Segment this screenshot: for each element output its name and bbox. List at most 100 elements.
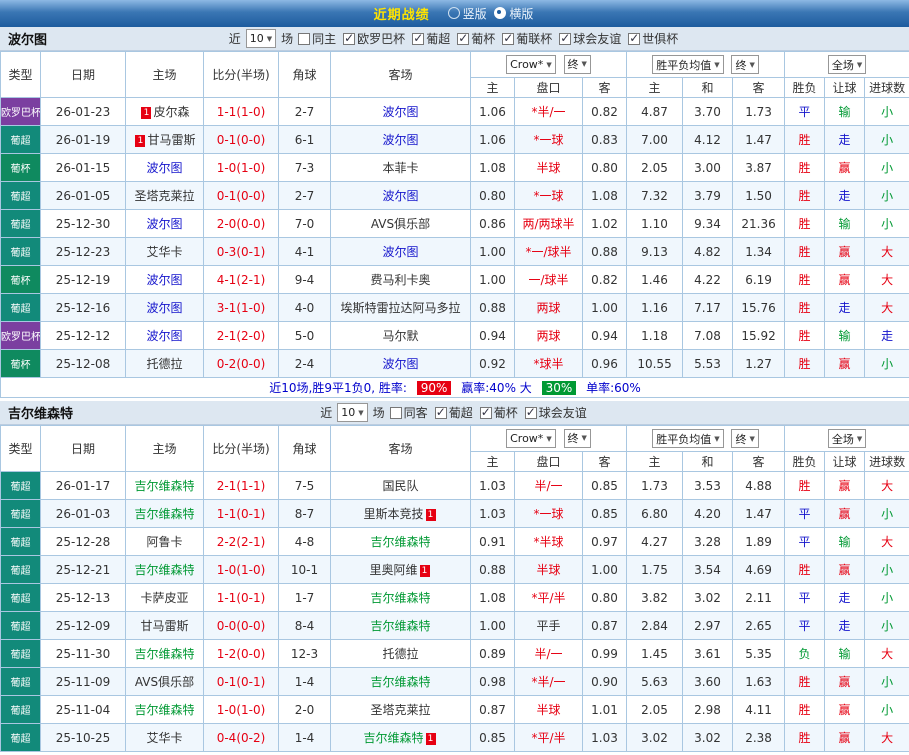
away-team[interactable]: 吉尔维森特 — [330, 583, 471, 612]
ah-home-odds: 0.98 — [470, 667, 515, 696]
league-filter-checkbox[interactable]: 球会友谊 — [559, 30, 621, 47]
home-team[interactable]: 卡萨皮亚 — [125, 583, 204, 612]
venue-filter-checkbox[interactable]: 同主 — [298, 30, 336, 47]
team-name-text: 甘马雷斯 — [140, 619, 189, 633]
result-goals: 小 — [864, 667, 909, 696]
home-team[interactable]: 1 皮尔森 — [125, 97, 204, 126]
wdl-avg-select[interactable]: 胜平负均值 ▼ — [652, 429, 724, 448]
away-team[interactable]: 托德拉 — [330, 639, 471, 668]
away-team[interactable]: 本菲卡 — [330, 153, 471, 182]
home-team[interactable]: 艾华卡 — [125, 723, 204, 752]
ah-away-odds: 0.94 — [581, 321, 628, 350]
score: 0-0(0-0) — [203, 611, 279, 640]
scope-select[interactable]: 全场 ▼ — [827, 55, 867, 74]
league-filter-checkbox[interactable]: 葡联杯 — [502, 30, 552, 47]
away-team[interactable]: 国民队 — [330, 471, 471, 500]
result-goals: 小 — [864, 181, 909, 210]
score: 1-1(0-1) — [203, 499, 279, 528]
result-handicap: 赢 — [824, 499, 866, 528]
scope-select[interactable]: 全场 ▼ — [827, 429, 867, 448]
checkbox-icon — [389, 406, 402, 419]
match-date: 25-11-30 — [40, 639, 126, 668]
league-filter-checkbox[interactable]: 世俱杯 — [628, 30, 678, 47]
competition-type: 葡超 — [0, 527, 41, 556]
away-team[interactable]: 吉尔维森特 — [330, 527, 471, 556]
odds-company-select[interactable]: Crow* ▼ — [506, 429, 556, 449]
home-team[interactable]: 波尔图 — [125, 209, 204, 238]
score: 1-0(1-0) — [203, 153, 279, 182]
home-team[interactable]: 1 甘马雷斯 — [125, 125, 204, 154]
league-filter-checkbox[interactable]: 葡超 — [434, 404, 473, 421]
result-goals: 小 — [864, 209, 909, 238]
team-name-text: 圣塔克莱拉 — [370, 703, 431, 717]
away-team[interactable]: 圣塔克莱拉 — [330, 695, 471, 724]
home-team[interactable]: 波尔图 — [125, 321, 204, 350]
competition-type: 葡超 — [0, 237, 41, 266]
away-team[interactable]: 波尔图 — [330, 237, 471, 266]
avg-home-odds: 5.63 — [626, 667, 684, 696]
league-filter-checkbox[interactable]: 葡超 — [412, 30, 450, 47]
away-team[interactable]: 波尔图 — [330, 349, 471, 378]
match-row: 葡超 26-01-03 吉尔维森特 1-1(0-1) 8-7 里斯本竞技 1 1.03 *一球 0… — [0, 499, 909, 528]
home-team[interactable]: 波尔图 — [125, 153, 204, 182]
home-team[interactable]: 吉尔维森特 — [125, 499, 204, 528]
home-team[interactable]: 波尔图 — [125, 293, 204, 322]
match-count-select[interactable]: 10 ▼ — [245, 29, 277, 48]
odds-company-select[interactable]: Crow* ▼ — [506, 55, 556, 75]
home-team[interactable]: 阿鲁卡 — [125, 527, 204, 556]
away-team[interactable]: 吉尔维森特 — [330, 667, 471, 696]
away-team[interactable]: 里奥阿维 1 — [330, 555, 471, 584]
home-team[interactable]: 吉尔维森特 — [125, 695, 204, 724]
score: 1-1(0-1) — [203, 583, 279, 612]
league-filter-label: 世俱杯 — [642, 32, 679, 46]
league-filter-checkbox[interactable]: 葡杯 — [479, 404, 518, 421]
match-count-select[interactable]: 10 ▼ — [337, 403, 368, 422]
away-team[interactable]: 波尔图 — [330, 97, 471, 126]
away-team[interactable]: 吉尔维森特 1 — [330, 723, 471, 752]
home-team[interactable]: 托德拉 — [125, 349, 204, 378]
away-team[interactable]: 波尔图 — [330, 125, 471, 154]
home-team[interactable]: 波尔图 — [125, 265, 204, 294]
away-team[interactable]: 吉尔维森特 — [330, 611, 471, 640]
wdl-time-select[interactable]: 终 ▼ — [731, 55, 759, 74]
avg-home-odds: 1.45 — [626, 639, 684, 668]
away-team[interactable]: 费马利卡奥 — [330, 265, 471, 294]
avg-home-odds: 2.84 — [626, 611, 684, 640]
venue-filter-checkbox[interactable]: 同客 — [389, 404, 428, 421]
result-goals: 小 — [864, 125, 909, 154]
home-team[interactable]: 吉尔维森特 — [125, 555, 204, 584]
away-team[interactable]: 埃斯特雷拉达阿马多拉 — [330, 293, 471, 322]
home-team[interactable]: AVS俱乐部 — [125, 667, 204, 696]
league-filter-checkbox[interactable]: 欧罗巴杯 — [343, 30, 405, 47]
avg-away-odds: 3.87 — [732, 153, 786, 182]
result-goals: 大 — [864, 639, 909, 668]
league-filter-checkbox[interactable]: 球会友谊 — [524, 404, 587, 421]
home-team[interactable]: 圣塔克莱拉 — [125, 181, 204, 210]
col-header-ah-away: 客 — [581, 77, 628, 98]
win-rate-badge: 90% — [416, 381, 452, 395]
home-team[interactable]: 艾华卡 — [125, 237, 204, 266]
wdl-time-select[interactable]: 终 ▼ — [731, 429, 759, 448]
result-handicap: 赢 — [824, 555, 866, 584]
handicap-time-select[interactable]: 终 ▼ — [563, 428, 591, 448]
avg-home-odds: 4.27 — [626, 527, 684, 556]
result-wdl: 胜 — [784, 555, 826, 584]
avg-away-odds: 1.73 — [732, 97, 786, 126]
home-team[interactable]: 甘马雷斯 — [125, 611, 204, 640]
away-team[interactable]: 里斯本竞技 1 — [330, 499, 471, 528]
league-filter-checkbox[interactable]: 葡杯 — [457, 30, 495, 47]
handicap-group-header: Crow* ▼ 终 ▼ — [469, 51, 628, 78]
avg-away-odds: 4.69 — [732, 555, 786, 584]
team-name-text: 甘马雷斯 — [147, 133, 196, 147]
layout-option-horizontal[interactable]: 横版 — [494, 5, 533, 22]
col-header-avg-away: 客 — [732, 451, 786, 472]
wdl-avg-select[interactable]: 胜平负均值 ▼ — [652, 55, 724, 74]
handicap-time-select[interactable]: 终 ▼ — [563, 54, 591, 74]
away-team[interactable]: 马尔默 — [330, 321, 471, 350]
home-team-section: 波尔图 近 10▼ 场 同主 欧罗巴杯葡超葡杯葡联杯球会友谊世俱杯 — [0, 27, 909, 398]
away-team[interactable]: 波尔图 — [330, 181, 471, 210]
away-team[interactable]: AVS俱乐部 — [330, 209, 471, 238]
home-team[interactable]: 吉尔维森特 — [125, 471, 204, 500]
home-team[interactable]: 吉尔维森特 — [125, 639, 204, 668]
layout-option-vertical[interactable]: 竖版 — [447, 5, 487, 22]
